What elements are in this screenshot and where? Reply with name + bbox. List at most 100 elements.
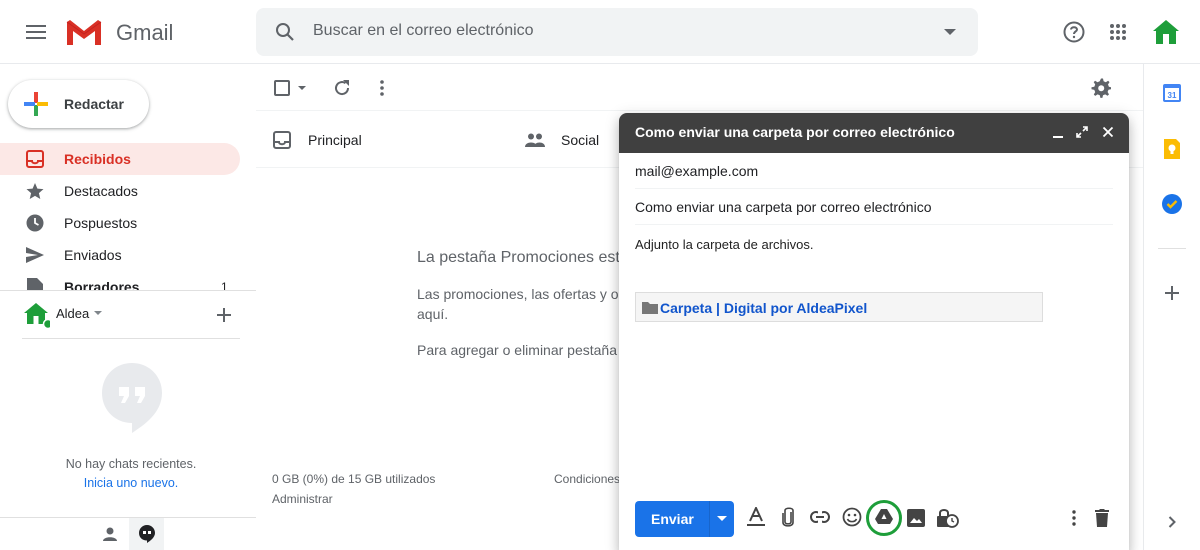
expand-panel-button[interactable]: [1160, 510, 1184, 534]
sidebar-item-sent[interactable]: Enviados: [0, 239, 240, 271]
search-options-icon[interactable]: [944, 29, 956, 37]
folder-icon: [642, 302, 658, 314]
promo-description-cont: aquí.: [417, 306, 449, 322]
search-icon[interactable]: [275, 22, 295, 42]
support-button[interactable]: [1054, 12, 1094, 52]
more-vert-icon: [1072, 510, 1076, 526]
manage-storage-link[interactable]: Administrar: [272, 492, 333, 506]
compose-title: Como enviar una carpeta por correo elect…: [635, 124, 955, 140]
more-compose-options-button[interactable]: [1072, 510, 1076, 526]
gear-icon: [1091, 78, 1111, 98]
formatting-button[interactable]: [747, 507, 765, 527]
text-format-icon: [747, 507, 765, 526]
hangouts-user-menu[interactable]: Aldea: [24, 302, 144, 330]
inbox-tab-icon: [273, 131, 291, 149]
drafts-count: 1: [221, 280, 228, 290]
expand-icon: [1076, 126, 1088, 138]
gmail-m-icon: [65, 20, 103, 46]
hangouts-user-name: Aldea: [56, 306, 90, 321]
sidebar-item-starred[interactable]: Destacados: [0, 175, 240, 207]
insert-photo-button[interactable]: [907, 509, 925, 527]
photo-icon: [907, 509, 925, 527]
confidential-mode-button[interactable]: [937, 508, 959, 528]
minimize-button[interactable]: [1052, 127, 1066, 141]
subject-text: Como enviar una carpeta por correo elect…: [635, 199, 932, 215]
calendar-button[interactable]: 31: [1160, 81, 1184, 105]
new-conversation-button[interactable]: [212, 303, 236, 327]
compose-header[interactable]: Como enviar una carpeta por correo elect…: [619, 113, 1129, 153]
send-options-icon[interactable]: [717, 516, 727, 522]
hangouts-divider: [0, 290, 256, 291]
clock-icon: [26, 214, 44, 232]
plus-icon: [217, 308, 231, 322]
select-all-checkbox[interactable]: [266, 76, 312, 100]
people-icon: [525, 133, 545, 147]
trash-icon: [1095, 509, 1109, 527]
sidebar-item-snoozed[interactable]: Pospuestos: [0, 207, 240, 239]
calendar-icon: 31: [1163, 84, 1181, 102]
gmail-logo[interactable]: Gmail: [64, 16, 184, 48]
get-addons-button[interactable]: [1160, 281, 1184, 305]
start-chat-link[interactable]: Inicia uno nuevo.: [0, 476, 262, 490]
fullscreen-button[interactable]: [1076, 126, 1090, 140]
close-icon: [1102, 126, 1114, 138]
tasks-icon: [1162, 194, 1182, 214]
checkbox-box[interactable]: [274, 80, 290, 96]
settings-button[interactable]: [1089, 76, 1113, 100]
more-options-button[interactable]: [370, 76, 394, 100]
emoji-icon: [842, 507, 862, 527]
send-divider: [709, 501, 710, 537]
person-icon: [103, 527, 117, 541]
subject-field[interactable]: Como enviar una carpeta por correo elect…: [635, 189, 1113, 225]
hangouts-empty-illustration: [102, 363, 162, 435]
tab-social[interactable]: Social: [510, 118, 618, 166]
draft-icon: [27, 278, 43, 290]
keep-icon: [1164, 139, 1180, 159]
plus-icon: [1165, 286, 1179, 300]
contacts-tab[interactable]: [96, 518, 124, 550]
tab-label: Social: [561, 132, 600, 148]
keep-button[interactable]: [1160, 137, 1184, 161]
plus-multicolor-icon: [24, 92, 48, 116]
hangouts-quote-icon: [102, 363, 162, 433]
tasks-button[interactable]: [1160, 192, 1184, 216]
insert-link-button[interactable]: [810, 511, 830, 523]
more-vert-icon: [380, 80, 384, 96]
lock-clock-icon: [937, 509, 959, 528]
compose-label: Redactar: [64, 96, 124, 112]
account-avatar[interactable]: [1148, 14, 1184, 50]
message-body[interactable]: Adjunto la carpeta de archivos.: [635, 237, 814, 252]
hangouts-icon: [138, 525, 155, 543]
chevron-down-icon[interactable]: [298, 86, 306, 91]
help-icon: [1063, 21, 1085, 43]
sidebar-item-drafts[interactable]: Borradores 1: [0, 271, 256, 290]
close-button[interactable]: [1102, 126, 1116, 140]
attachment-link[interactable]: Carpeta | Digital por AldeaPixel: [660, 300, 867, 316]
drive-attachment-chip[interactable]: Carpeta | Digital por AldeaPixel: [635, 292, 1043, 322]
sidebar-item-inbox[interactable]: Recibidos: [0, 143, 240, 175]
hangouts-tab[interactable]: [129, 518, 164, 550]
apps-button[interactable]: [1098, 12, 1138, 52]
refresh-icon: [335, 80, 350, 96]
discard-draft-button[interactable]: [1095, 509, 1109, 527]
to-recipient: mail@example.com: [635, 163, 759, 179]
sidebar-item-label: Destacados: [64, 183, 138, 199]
chevron-down-icon: [94, 311, 102, 315]
to-field[interactable]: mail@example.com: [635, 153, 1113, 189]
send-button[interactable]: Enviar: [635, 501, 734, 537]
chevron-right-icon: [1168, 516, 1176, 528]
compose-window: Como enviar una carpeta por correo elect…: [619, 113, 1129, 550]
star-icon: [26, 183, 44, 199]
compose-button[interactable]: Redactar: [8, 80, 149, 128]
search-bar[interactable]: Buscar en el correo electrónico: [256, 8, 978, 56]
attach-file-button[interactable]: [781, 507, 795, 527]
insert-emoji-button[interactable]: [842, 507, 862, 527]
search-input[interactable]: Buscar en el correo electrónico: [313, 22, 534, 40]
tab-principal[interactable]: Principal: [256, 118, 506, 166]
terms-link[interactable]: Condiciones: [554, 472, 620, 486]
house-avatar-icon: [24, 303, 50, 328]
main-menu-button[interactable]: [16, 12, 56, 52]
inbox-icon: [26, 150, 44, 168]
minimize-icon: [1053, 136, 1063, 138]
refresh-button[interactable]: [330, 76, 354, 100]
